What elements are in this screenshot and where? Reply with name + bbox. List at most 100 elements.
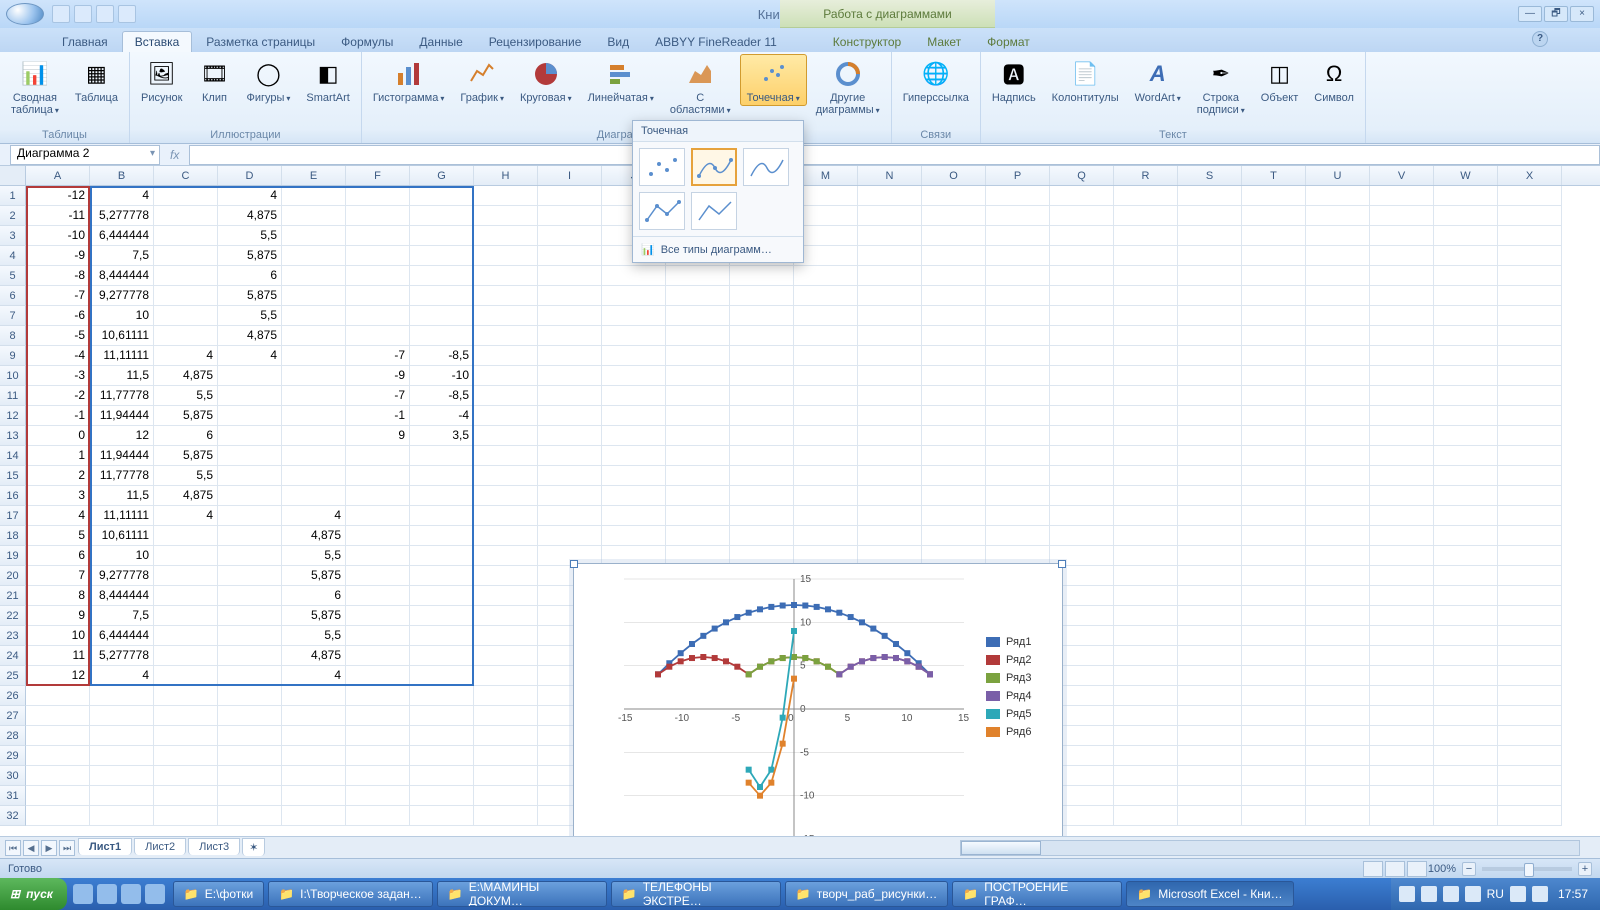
cell[interactable]	[1306, 286, 1370, 306]
cell[interactable]	[1050, 246, 1114, 266]
cell[interactable]	[1498, 286, 1562, 306]
cell[interactable]	[1498, 726, 1562, 746]
cell[interactable]: -10	[410, 366, 474, 386]
cell[interactable]	[218, 586, 282, 606]
row-header[interactable]: 13	[0, 426, 26, 446]
cell[interactable]	[1498, 706, 1562, 726]
cell[interactable]	[1306, 546, 1370, 566]
cell[interactable]: 3	[26, 486, 90, 506]
embedded-chart[interactable]: -15-10-5051015-15-10-5051015 Ряд1 Ряд2 Р…	[573, 563, 1063, 836]
cell[interactable]	[218, 486, 282, 506]
cell[interactable]	[474, 806, 538, 826]
cell[interactable]	[602, 406, 666, 426]
cell[interactable]	[986, 306, 1050, 326]
cell[interactable]	[538, 506, 602, 526]
cell[interactable]	[154, 226, 218, 246]
cell[interactable]: 5,875	[282, 606, 346, 626]
cell[interactable]	[410, 586, 474, 606]
language-indicator[interactable]: RU	[1487, 887, 1504, 901]
cell[interactable]	[154, 646, 218, 666]
row-header[interactable]: 6	[0, 286, 26, 306]
line-chart-button[interactable]: График	[453, 54, 511, 106]
column-header[interactable]: I	[538, 166, 602, 185]
taskbar-task[interactable]: 📁ПОСТРОЕНИЕ ГРАФ…	[952, 881, 1122, 907]
cell[interactable]	[1498, 666, 1562, 686]
cell[interactable]	[474, 766, 538, 786]
cell[interactable]	[1370, 686, 1434, 706]
scatter-type-smooth-nomarkers[interactable]	[743, 148, 789, 186]
shapes-button[interactable]: ◯Фигуры	[239, 54, 297, 106]
cell[interactable]	[282, 326, 346, 346]
cell[interactable]: -11	[26, 206, 90, 226]
cell[interactable]	[218, 366, 282, 386]
cell[interactable]	[1242, 426, 1306, 446]
cell[interactable]	[1050, 226, 1114, 246]
cell[interactable]	[346, 506, 410, 526]
row-header[interactable]: 32	[0, 806, 26, 826]
row-header[interactable]: 26	[0, 686, 26, 706]
cell[interactable]	[858, 286, 922, 306]
cell[interactable]	[218, 566, 282, 586]
cell[interactable]: 11,94444	[90, 446, 154, 466]
cell[interactable]	[1498, 466, 1562, 486]
cell[interactable]	[1306, 266, 1370, 286]
cell[interactable]: 6,444444	[90, 226, 154, 246]
cell[interactable]	[858, 266, 922, 286]
cell[interactable]	[1370, 346, 1434, 366]
cell[interactable]	[218, 546, 282, 566]
cell[interactable]	[1498, 366, 1562, 386]
cell[interactable]	[1306, 686, 1370, 706]
row-header[interactable]: 22	[0, 606, 26, 626]
row-header[interactable]: 28	[0, 726, 26, 746]
cell[interactable]: -9	[346, 366, 410, 386]
cell[interactable]	[410, 506, 474, 526]
row-header[interactable]: 29	[0, 746, 26, 766]
cell[interactable]	[1498, 786, 1562, 806]
cell[interactable]	[1114, 426, 1178, 446]
cell[interactable]	[474, 286, 538, 306]
cell[interactable]: 8,444444	[90, 586, 154, 606]
cell[interactable]	[730, 406, 794, 426]
taskbar-task[interactable]: 📁Microsoft Excel - Кни…	[1126, 881, 1293, 907]
cell[interactable]	[1370, 646, 1434, 666]
cell[interactable]: 5,875	[154, 406, 218, 426]
cell[interactable]	[794, 366, 858, 386]
cell[interactable]	[218, 706, 282, 726]
cell[interactable]	[1370, 246, 1434, 266]
cell[interactable]	[922, 386, 986, 406]
column-header[interactable]: A	[26, 166, 90, 185]
cell[interactable]	[1498, 626, 1562, 646]
cell[interactable]	[1178, 786, 1242, 806]
cell[interactable]: 5,5	[154, 386, 218, 406]
cell[interactable]: -7	[346, 346, 410, 366]
cell[interactable]	[218, 666, 282, 686]
cell[interactable]	[666, 326, 730, 346]
cell[interactable]	[1114, 806, 1178, 826]
cell[interactable]: 4,875	[154, 486, 218, 506]
column-header[interactable]: H	[474, 166, 538, 185]
cell[interactable]	[1306, 466, 1370, 486]
cell[interactable]	[1050, 286, 1114, 306]
cell[interactable]	[1178, 266, 1242, 286]
cell[interactable]	[154, 786, 218, 806]
cell[interactable]	[602, 446, 666, 466]
column-header[interactable]: O	[922, 166, 986, 185]
cell[interactable]	[1306, 346, 1370, 366]
cell[interactable]: 5,277778	[90, 646, 154, 666]
cell[interactable]	[282, 226, 346, 246]
cell[interactable]	[410, 526, 474, 546]
all-chart-types-button[interactable]: 📊 Все типы диаграмм…	[633, 236, 803, 262]
row-header[interactable]: 9	[0, 346, 26, 366]
cell[interactable]	[794, 446, 858, 466]
cell[interactable]	[282, 426, 346, 446]
cell[interactable]	[1178, 246, 1242, 266]
column-header[interactable]: S	[1178, 166, 1242, 185]
cell[interactable]	[666, 486, 730, 506]
cell[interactable]	[666, 406, 730, 426]
cell[interactable]	[1242, 486, 1306, 506]
cell[interactable]	[1370, 266, 1434, 286]
header-footer-button[interactable]: 📄Колонтитулы	[1045, 54, 1126, 105]
cell[interactable]	[730, 426, 794, 446]
cell[interactable]: 5,5	[218, 306, 282, 326]
cell[interactable]	[1498, 206, 1562, 226]
